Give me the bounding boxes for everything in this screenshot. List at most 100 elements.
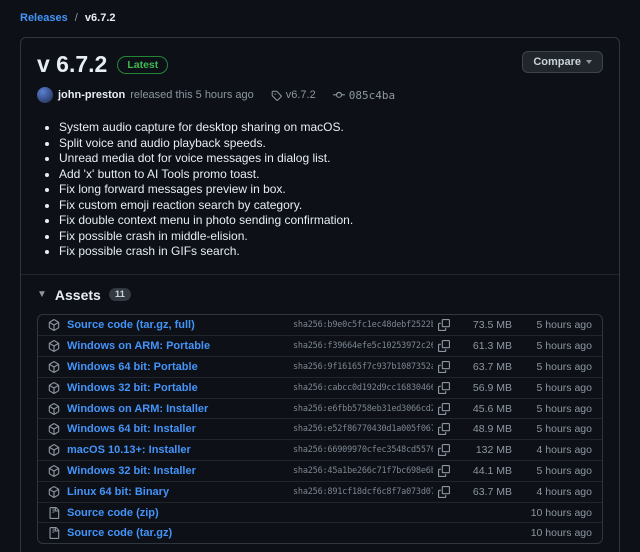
asset-row: macOS 10.13+: Installer sha256:66909970c… — [38, 439, 602, 460]
asset-hash: sha256:45a1be266c71f7bc698e6bb6101ef… — [293, 465, 433, 476]
package-icon — [48, 402, 60, 415]
assets-title: Assets — [54, 286, 101, 303]
asset-download-link[interactable]: Source code (tar.gz, full) — [67, 319, 293, 331]
release-note-item: Add 'x' button to AI Tools promo toast. — [59, 167, 603, 183]
asset-download-link[interactable]: Windows on ARM: Portable — [67, 340, 293, 352]
asset-time: 5 hours ago — [536, 423, 592, 436]
commit-icon — [332, 89, 345, 101]
tag-icon — [271, 90, 282, 101]
copy-icon[interactable] — [438, 485, 452, 498]
author-name[interactable]: john-preston — [58, 89, 125, 101]
asset-download-link[interactable]: macOS 10.13+: Installer — [67, 444, 293, 456]
copy-icon[interactable] — [438, 360, 452, 373]
assets-toggle[interactable]: ▼ Assets 11 — [37, 287, 603, 303]
compare-button[interactable]: Compare — [522, 51, 603, 73]
asset-hash: sha256:e6fbb5758eb31ed3066cd2152deb4… — [293, 403, 433, 414]
asset-size: 61.3 MB — [472, 340, 512, 353]
asset-download-link[interactable]: Windows 64 bit: Installer — [67, 423, 293, 435]
asset-size: 45.6 MB — [472, 402, 512, 415]
asset-row: Windows 64 bit: Portable sha256:9f16165f… — [38, 356, 602, 377]
asset-time: 5 hours ago — [536, 402, 592, 415]
release-note-item: Fix double context menu in photo sending… — [59, 213, 603, 229]
asset-size: 132 MB — [475, 444, 512, 457]
package-icon — [48, 381, 60, 394]
asset-size: 73.5 MB — [472, 318, 512, 331]
copy-icon[interactable] — [438, 423, 452, 436]
asset-hash: sha256:66909970cfec3548cd557632fe102… — [293, 445, 433, 456]
copy-icon[interactable] — [438, 402, 452, 415]
copy-icon[interactable] — [438, 464, 452, 477]
released-text: released this 5 hours ago — [130, 89, 254, 101]
asset-size: 63.7 MB — [472, 360, 512, 373]
asset-row: Windows 32 bit: Portable sha256:cabcc0d1… — [38, 376, 602, 398]
release-note-item: Fix custom emoji reaction search by cate… — [59, 198, 603, 214]
release-note-item: Unread media dot for voice messages in d… — [59, 151, 603, 167]
commit-meta: 085c4ba — [332, 89, 395, 102]
commit-sha[interactable]: 085c4ba — [349, 89, 395, 102]
breadcrumb-releases-link[interactable]: Releases — [20, 12, 68, 24]
breadcrumb-current: v6.7.2 — [84, 12, 116, 24]
copy-icon[interactable] — [438, 340, 452, 353]
release-header: v 6.7.2 Latest Compare — [37, 51, 603, 78]
asset-time: 5 hours ago — [536, 340, 592, 353]
asset-size: 44.1 MB — [472, 464, 512, 477]
release-note-item: Fix possible crash in middle-elision. — [59, 229, 603, 245]
assets-count-badge: 11 — [108, 288, 131, 301]
asset-download-link[interactable]: Windows 32 bit: Portable — [67, 382, 293, 394]
release-note-item: Split voice and audio playback speeds. — [59, 136, 603, 152]
asset-time: 4 hours ago — [536, 485, 592, 498]
asset-hash: sha256:f39664efe5c10253972c26b3026be… — [293, 341, 433, 352]
copy-icon[interactable] — [438, 318, 452, 331]
asset-hash: sha256:891cf18dcf6c8f7a073d07ef941ee… — [293, 486, 433, 497]
asset-download-link[interactable]: Source code (tar.gz) — [67, 527, 293, 539]
compare-button-label: Compare — [533, 56, 581, 68]
asset-download-link[interactable]: Windows 64 bit: Portable — [67, 361, 293, 373]
copy-icon[interactable] — [438, 381, 452, 394]
asset-time: 4 hours ago — [536, 444, 592, 457]
asset-hash: sha256:cabcc0d192d9cc168304661128d38… — [293, 382, 433, 393]
asset-row: Linux 64 bit: Binary sha256:891cf18dcf6c… — [38, 480, 602, 502]
asset-size: 48.9 MB — [472, 423, 512, 436]
asset-row: Windows on ARM: Installer sha256:e6fbb57… — [38, 397, 602, 419]
tag-name[interactable]: v6.7.2 — [286, 89, 316, 101]
asset-time: 5 hours ago — [536, 318, 592, 331]
asset-hash: sha256:9f16165f7c937b1087352a08b12e8… — [293, 361, 433, 372]
copy-icon[interactable] — [438, 444, 452, 457]
asset-download-link[interactable]: Windows 32 bit: Installer — [67, 465, 293, 477]
release-note-item: Fix long forward messages preview in box… — [59, 182, 603, 198]
asset-row: Windows on ARM: Portable sha256:f39664ef… — [38, 335, 602, 356]
package-icon — [48, 319, 60, 331]
release-title: v 6.7.2 — [37, 51, 108, 77]
disclosure-triangle-icon: ▼ — [37, 289, 47, 300]
asset-time: 10 hours ago — [530, 506, 592, 519]
package-icon — [48, 361, 60, 373]
asset-hash: sha256:e52f86770430d1a005f067eb6ef65… — [293, 424, 433, 435]
asset-row: Source code (tar.gz) 10 hours ago — [38, 522, 602, 543]
package-icon — [48, 444, 60, 457]
asset-download-link[interactable]: Windows on ARM: Installer — [67, 403, 293, 415]
release-card: v 6.7.2 Latest Compare john-preston rele… — [20, 37, 620, 552]
file-zip-icon — [48, 527, 60, 540]
chevron-down-icon — [586, 60, 592, 64]
tag-meta: v6.7.2 — [271, 89, 316, 101]
asset-time: 5 hours ago — [536, 464, 592, 477]
file-zip-icon — [48, 506, 60, 519]
asset-download-link[interactable]: Source code (zip) — [67, 507, 293, 519]
asset-hash: sha256:b9e0c5fc1ec48debf2522b00a047d… — [293, 319, 433, 330]
asset-row: Source code (zip) 10 hours ago — [38, 501, 602, 523]
package-icon — [48, 485, 60, 498]
asset-download-link[interactable]: Linux 64 bit: Binary — [67, 486, 293, 498]
latest-badge: Latest — [117, 55, 169, 74]
asset-size: 56.9 MB — [472, 381, 512, 394]
avatar[interactable] — [37, 87, 53, 103]
author-row: john-preston released this 5 hours ago v… — [37, 87, 603, 103]
package-icon — [48, 465, 60, 477]
assets-table: Source code (tar.gz, full) sha256:b9e0c5… — [37, 313, 603, 545]
asset-row: Windows 64 bit: Installer sha256:e52f867… — [38, 418, 602, 439]
release-note-item: Fix possible crash in GIFs search. — [59, 244, 603, 260]
asset-row: Windows 32 bit: Installer sha256:45a1be2… — [38, 460, 602, 481]
asset-time: 5 hours ago — [536, 381, 592, 394]
release-note-item: System audio capture for desktop sharing… — [59, 120, 603, 136]
breadcrumb-separator: / — [74, 12, 78, 24]
asset-size: 63.7 MB — [472, 485, 512, 498]
